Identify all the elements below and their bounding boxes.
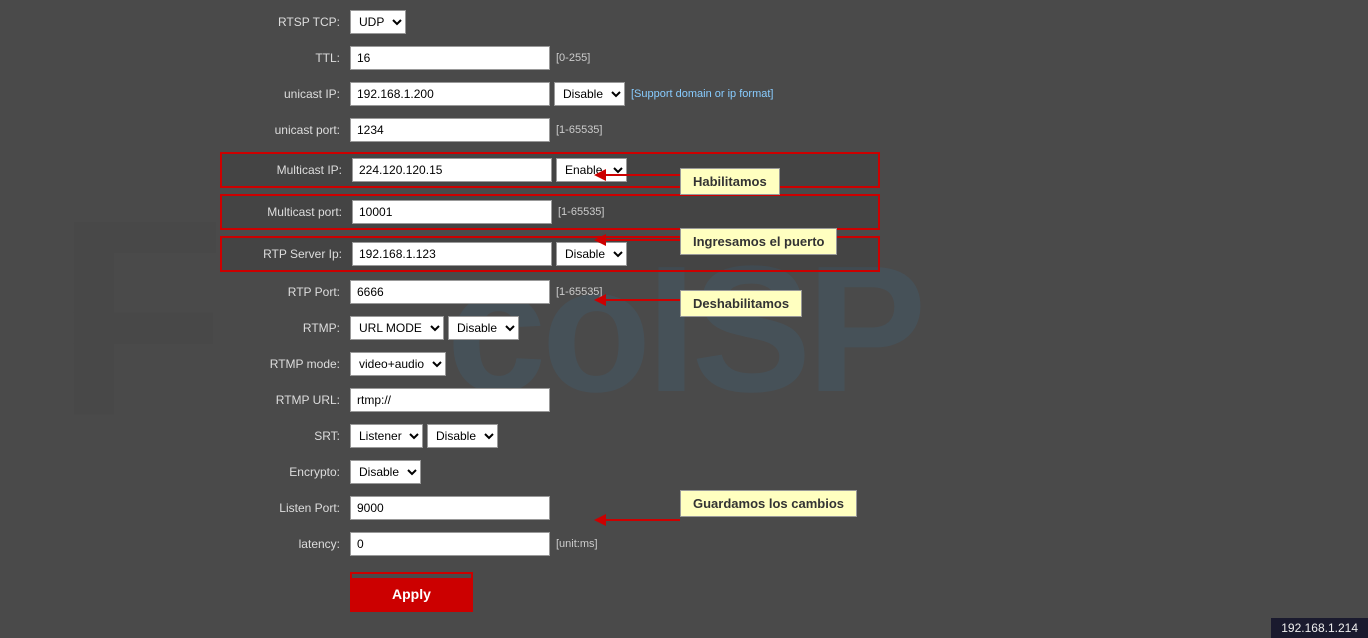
callout-ingresamos-puerto: Ingresamos el puerto [680,228,837,255]
listen-port-input[interactable] [350,496,550,520]
srt-select1[interactable]: Listener Caller [350,424,423,448]
unicast-ip-row: unicast IP: Disable Enable [Support doma… [220,80,880,108]
rtsp-tcp-select[interactable]: UDP TCP [350,10,406,34]
latency-input[interactable] [350,532,550,556]
status-bar: 192.168.1.214 [1271,618,1368,638]
rtmp-url-input[interactable] [350,388,550,412]
rtsp-tcp-label: RTSP TCP: [220,15,350,29]
latency-row: latency: [unit:ms] [220,530,880,558]
rtp-port-hint: [1-65535] [556,286,602,298]
unicast-port-label: unicast port: [220,123,350,137]
callout-deshabilitamos: Deshabilitamos [680,290,802,317]
multicast-ip-input[interactable] [352,158,552,182]
rtp-port-input[interactable] [350,280,550,304]
multicast-port-row: Multicast port: [1-65535] [222,198,878,226]
callout-habilitamos: Habilitamos [680,168,780,195]
rtsp-tcp-row: RTSP TCP: UDP TCP [220,8,880,36]
rtmp-select2[interactable]: Disable Enable [448,316,519,340]
callout-guardamos-cambios: Guardamos los cambios [680,490,857,517]
ttl-hint: [0-255] [556,52,590,64]
rtp-port-label: RTP Port: [220,285,350,299]
rtmp-url-label: RTMP URL: [220,393,350,407]
encrypto-label: Encrypto: [220,465,350,479]
multicast-port-label: Multicast port: [222,205,352,219]
ttl-input[interactable] [350,46,550,70]
multicast-port-hint: [1-65535] [558,206,604,218]
encrypto-row: Encrypto: Disable Enable [220,458,880,486]
unicast-ip-label: unicast IP: [220,87,350,101]
rtmp-mode-label: RTMP mode: [220,357,350,371]
rtmp-mode-row: RTMP mode: video+audio video audio [220,350,880,378]
apply-button-container: Apply [350,572,473,612]
rtmp-url-row: RTMP URL: [220,386,880,414]
latency-label: latency: [220,537,350,551]
ttl-label: TTL: [220,51,350,65]
unicast-port-input[interactable] [350,118,550,142]
multicast-ip-select[interactable]: Enable Disable [556,158,627,182]
rtp-server-ip-input[interactable] [352,242,552,266]
status-ip: 192.168.1.214 [1281,621,1358,635]
multicast-ip-label: Multicast IP: [222,163,352,177]
srt-row: SRT: Listener Caller Disable Enable [220,422,880,450]
encrypto-select[interactable]: Disable Enable [350,460,421,484]
rtmp-label: RTMP: [220,321,350,335]
srt-select2[interactable]: Disable Enable [427,424,498,448]
unicast-ip-select[interactable]: Disable Enable [554,82,625,106]
listen-port-label: Listen Port: [220,501,350,515]
unicast-ip-hint: [Support domain or ip format] [631,88,773,100]
multicast-ip-highlighted-row: Multicast IP: Enable Disable [220,152,880,188]
unicast-ip-input[interactable] [350,82,550,106]
rtp-server-ip-label: RTP Server Ip: [222,247,352,261]
ttl-row: TTL: [0-255] [220,44,880,72]
multicast-port-highlighted-row: Multicast port: [1-65535] [220,194,880,230]
multicast-port-input[interactable] [352,200,552,224]
rtmp-select1[interactable]: URL MODE [350,316,444,340]
latency-hint: [unit:ms] [556,538,598,550]
rtmp-mode-select[interactable]: video+audio video audio [350,352,446,376]
rtmp-row: RTMP: URL MODE Disable Enable [220,314,880,342]
srt-label: SRT: [220,429,350,443]
unicast-port-hint: [1-65535] [556,124,602,136]
rtp-server-ip-select[interactable]: Disable Enable [556,242,627,266]
unicast-port-row: unicast port: [1-65535] [220,116,880,144]
apply-button[interactable]: Apply [352,578,471,610]
